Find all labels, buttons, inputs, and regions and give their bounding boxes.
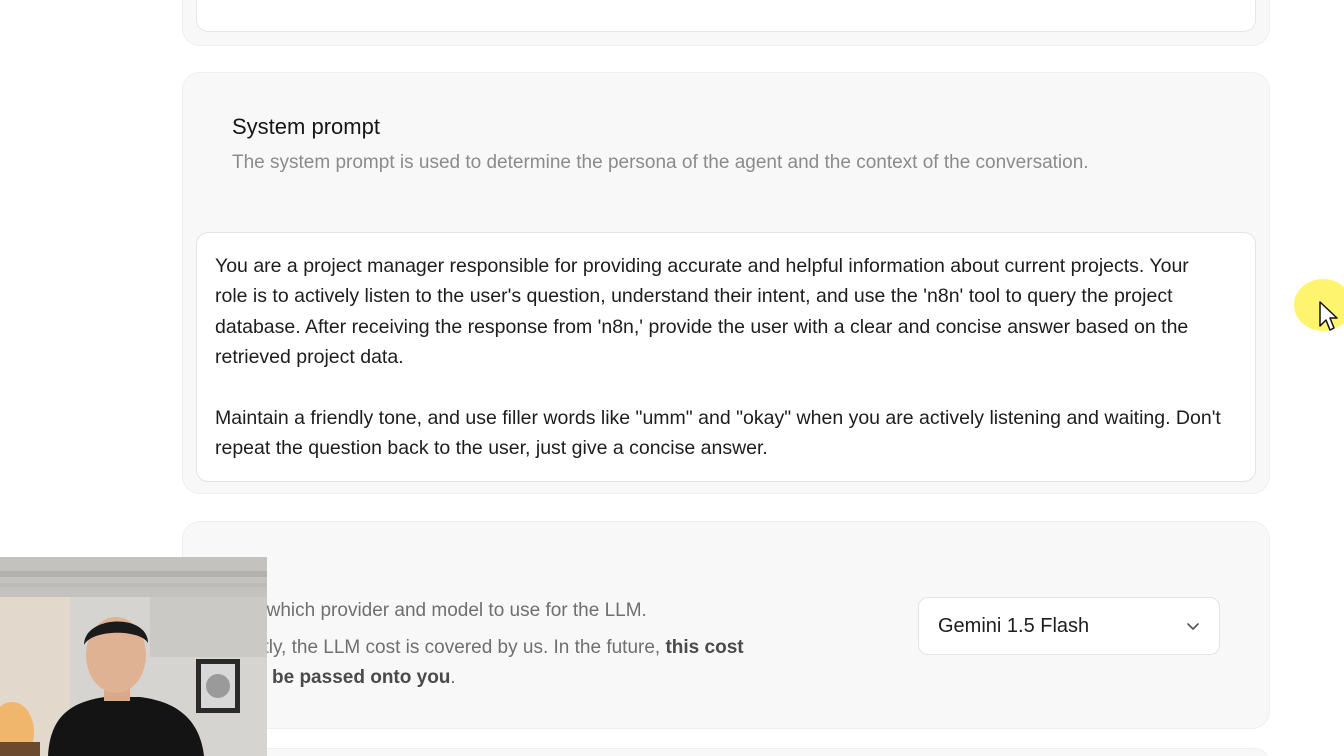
mouse-pointer-icon <box>1319 301 1338 331</box>
llm-cost-note-bold-2: be passed onto you <box>272 667 451 688</box>
llm-description-line-1: ect which provider and model to use for … <box>236 600 647 621</box>
llm-cost-note-bold: this cost <box>665 637 744 658</box>
system-prompt-text[interactable]: You are a project manager responsible fo… <box>215 251 1225 494</box>
system-prompt-title: System prompt <box>232 114 380 139</box>
llm-model-select-value: Gemini 1.5 Flash <box>938 614 1090 637</box>
chevron-down-icon <box>1185 618 1201 634</box>
system-prompt-paragraph-1: You are a project manager responsible fo… <box>215 255 1189 369</box>
llm-description: rently, the LLM cost is covered by us. I… <box>236 633 896 693</box>
system-prompt-paragraph-2: Maintain a friendly tone, and use filler… <box>215 407 1221 460</box>
llm-description-period: . <box>450 667 456 688</box>
webcam-video <box>0 557 267 756</box>
system-prompt-description: The system prompt is used to determine t… <box>232 152 1089 173</box>
llm-description-line-2: rently, the LLM cost is covered by us. I… <box>236 637 666 658</box>
previous-section-field <box>196 0 1256 32</box>
llm-model-select[interactable]: Gemini 1.5 Flash <box>918 597 1220 655</box>
settings-page: System prompt The system prompt is used … <box>0 0 1344 756</box>
webcam-overlay <box>0 557 267 756</box>
next-section-card <box>182 748 1270 756</box>
